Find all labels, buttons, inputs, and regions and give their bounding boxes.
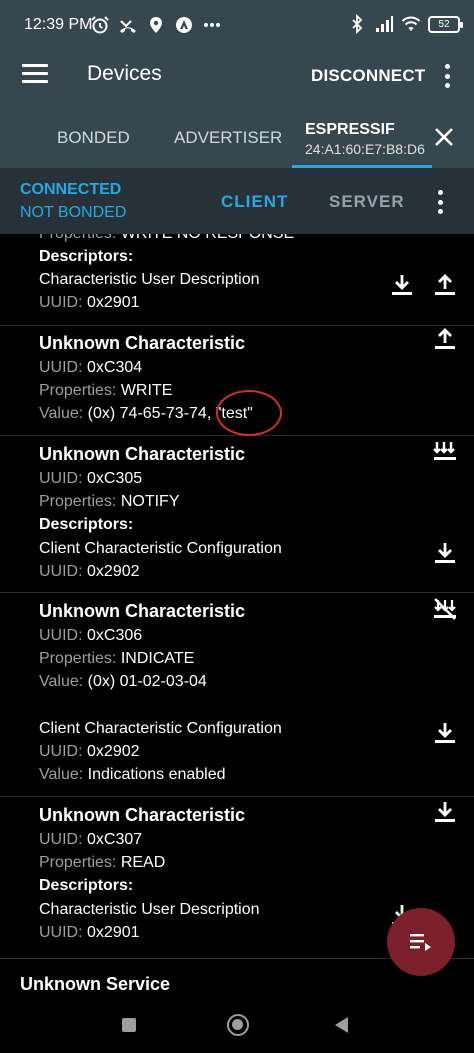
read-download-icon[interactable] [432, 720, 458, 746]
descriptor-uuid-row: UUID: 0x2902 [39, 743, 140, 760]
missed-call-icon [120, 20, 136, 33]
characteristic-title[interactable]: Unknown Characteristic [39, 601, 245, 622]
service-name: Unknown Service [20, 974, 171, 994]
tab-bonded[interactable]: BONDED [57, 128, 130, 148]
partial-properties-row: Properties: WRITE NO RESPONSE [39, 234, 294, 243]
read-download-icon[interactable] [432, 799, 458, 825]
indications-disabled-icon[interactable] [432, 596, 458, 622]
characteristic-title[interactable]: Unknown Characteristic [39, 805, 245, 826]
write-upload-icon[interactable] [432, 326, 458, 352]
descriptor-uuid-row: UUID: 0x2901 [39, 294, 140, 311]
divider [0, 796, 474, 797]
tab-espressif[interactable]: ESPRESSIF 24:A1:60:E7:B8:D6 [292, 110, 432, 168]
read-download-icon[interactable] [432, 540, 458, 566]
characteristic-uuid-row: UUID: 0xC306 [39, 627, 143, 644]
descriptor-uuid-row: UUID: 0x2901 [39, 924, 140, 941]
characteristic-uuid-row: UUID: 0xC304 [39, 359, 143, 376]
annotation-circle [216, 390, 282, 436]
write-upload-icon[interactable] [432, 272, 458, 298]
battery-level: 52 [438, 18, 450, 30]
home-icon[interactable] [227, 1014, 249, 1036]
divider [0, 325, 474, 326]
characteristic-uuid-row: UUID: 0xC307 [39, 831, 143, 848]
connection-overflow-icon[interactable] [436, 190, 444, 214]
tab-server[interactable]: SERVER [329, 192, 405, 212]
descriptor-name: Characteristic User Description [39, 271, 260, 288]
descriptor-name: Client Characteristic Configuration [39, 540, 282, 557]
descriptor-value-row: Value: Indications enabled [39, 766, 226, 783]
recents-icon[interactable] [122, 1018, 136, 1032]
characteristic-properties-row: Properties: NOTIFY [39, 493, 180, 510]
log-list-icon [410, 934, 431, 951]
connection-bar: CONNECTED NOT BONDED CLIENT SERVER [0, 168, 474, 234]
characteristics-list[interactable]: Properties: WRITE NO RESPONSE Descriptor… [0, 234, 474, 1004]
notify-multi-download-icon[interactable] [432, 438, 458, 464]
characteristic-properties-row: Properties: READ [39, 854, 166, 871]
log-fab-button[interactable] [387, 908, 455, 976]
characteristic-title[interactable]: Unknown Characteristic [39, 333, 245, 354]
status-time: 12:39 PM [24, 16, 93, 33]
system-nav-bar [0, 1005, 474, 1053]
wifi-icon [401, 16, 421, 31]
characteristic-properties-row: Properties: INDICATE [39, 650, 195, 667]
characteristic-properties-row: Properties: WRITE [39, 382, 173, 399]
page-title: Devices [87, 62, 162, 85]
descriptors-heading: Descriptors: [39, 516, 134, 533]
autostart-icon [176, 17, 192, 33]
cell-signal-icon [376, 16, 393, 32]
app-bar: Devices DISCONNECT [0, 52, 474, 100]
descriptors-heading: Descriptors: [39, 248, 134, 265]
tab-device-address: 24:A1:60:E7:B8:D6 [305, 141, 425, 157]
status-right-icons: 52 [347, 14, 463, 34]
divider [0, 435, 474, 436]
tab-advertiser[interactable]: ADVERTISER [174, 128, 282, 148]
tab-device-name: ESPRESSIF [305, 121, 395, 138]
disconnect-button[interactable]: DISCONNECT [311, 66, 425, 86]
location-icon [150, 17, 162, 33]
descriptor-name: Client Characteristic Configuration [39, 720, 282, 737]
bluetooth-icon [352, 14, 363, 34]
read-download-icon[interactable] [389, 272, 415, 298]
descriptor-uuid-row: UUID: 0x2902 [39, 563, 140, 580]
characteristic-uuid-row: UUID: 0xC305 [39, 470, 143, 487]
close-icon[interactable] [433, 126, 455, 148]
descriptor-name: Characteristic User Description [39, 901, 260, 918]
overflow-menu-icon[interactable] [443, 64, 451, 88]
tab-client[interactable]: CLIENT [221, 192, 288, 212]
device-tabs: BONDED ADVERTISER ESPRESSIF 24:A1:60:E7:… [0, 100, 474, 168]
alarm-icon [91, 16, 109, 34]
characteristic-title[interactable]: Unknown Characteristic [39, 444, 245, 465]
status-left-icons [90, 15, 222, 35]
menu-icon[interactable] [22, 64, 48, 86]
status-bar: 12:39 PM 52 [0, 0, 474, 52]
connection-status: CONNECTED [20, 181, 122, 198]
battery-icon: 52 [428, 15, 463, 33]
more-dots-icon [204, 23, 220, 27]
bond-status: NOT BONDED [20, 204, 127, 221]
back-icon[interactable] [335, 1017, 348, 1033]
divider [0, 592, 474, 593]
characteristic-value-row: Value: (0x) 01-02-03-04 [39, 673, 207, 690]
descriptors-heading: Descriptors: [39, 877, 134, 894]
